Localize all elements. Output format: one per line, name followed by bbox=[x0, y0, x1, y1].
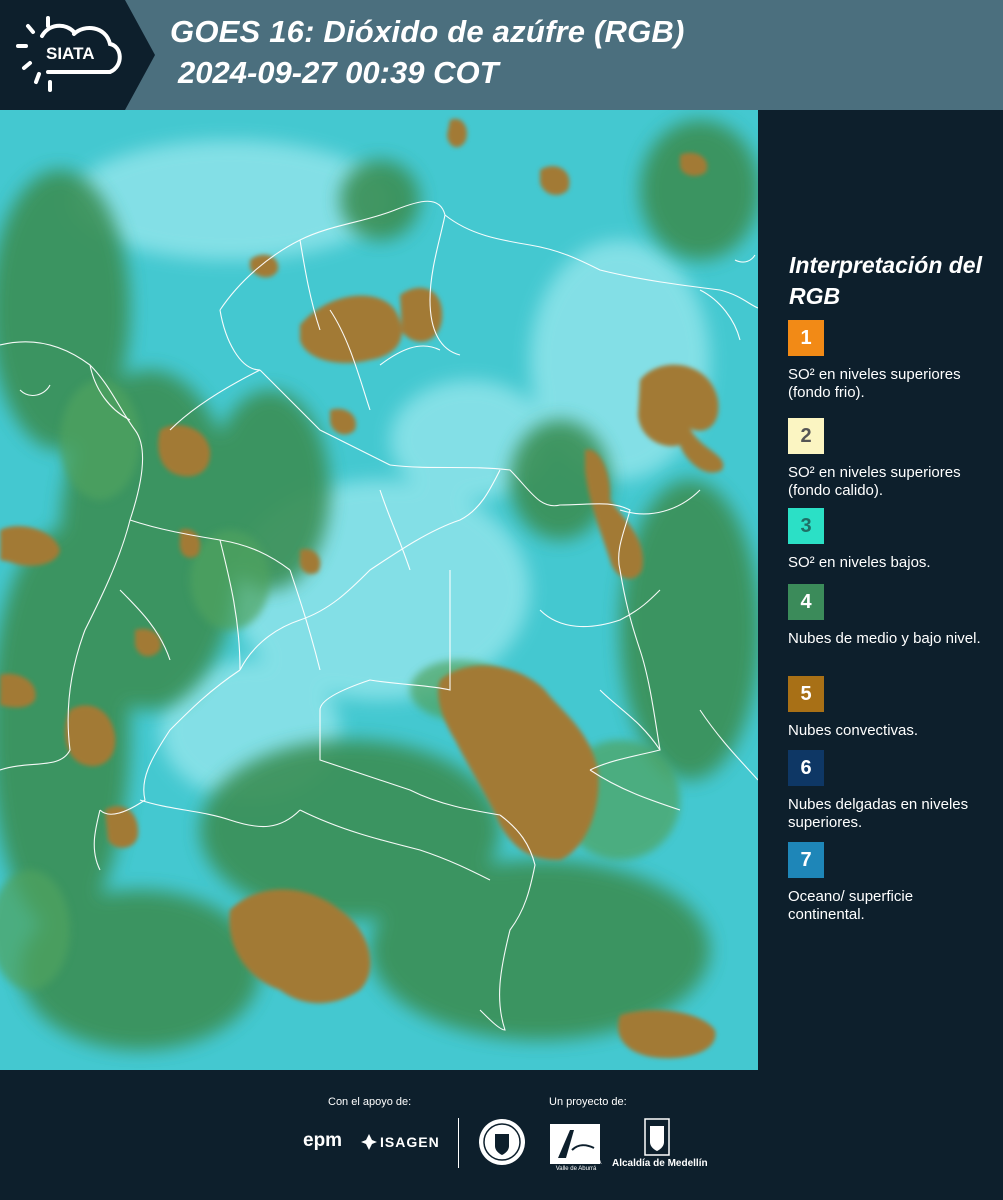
legend-panel: Interpretación del RGB 1 SO² en niveles … bbox=[758, 110, 1003, 1070]
legend-item-3: 3 SO² en niveles bajos. bbox=[788, 508, 993, 572]
footer: Con el apoyo de: Un proyecto de: epm ISA… bbox=[0, 1070, 1003, 1200]
legend-item-1: 1 SO² en niveles superiores (fondo frio)… bbox=[788, 320, 993, 402]
legend-swatch-3: 3 bbox=[788, 508, 824, 544]
university-seal-icon bbox=[479, 1119, 525, 1165]
page-title: GOES 16: Dióxido de azúfre (RGB) bbox=[170, 14, 685, 49]
legend-desc-4: Nubes de medio y bajo nivel. bbox=[788, 630, 981, 647]
area-metropolitana-text: METROPOLITANA Valle de Aburrá bbox=[550, 1160, 602, 1172]
legend-item-2: 2 SO² en niveles superiores (fondo calid… bbox=[788, 418, 993, 500]
legend-swatch-7: 7 bbox=[788, 842, 824, 878]
legend-item-4: 4 Nubes de medio y bajo nivel. bbox=[788, 584, 993, 648]
legend-desc-3: SO² en niveles bajos. bbox=[788, 554, 931, 571]
legend-desc-2: SO² en niveles superiores (fondo calido)… bbox=[788, 464, 961, 499]
timestamp: 2024-09-27 00:39 COT bbox=[178, 55, 499, 90]
legend-desc-1: SO² en niveles superiores (fondo frio). bbox=[788, 366, 961, 401]
alcaldia-text: Alcaldía de Medellín bbox=[612, 1158, 708, 1169]
legend-swatch-6: 6 bbox=[788, 750, 824, 786]
legend-title: Interpretación del RGB bbox=[789, 252, 982, 309]
isagen-icon bbox=[361, 1134, 377, 1150]
siata-logo-text: SIATA bbox=[46, 44, 95, 63]
legend-swatch-5: 5 bbox=[788, 676, 824, 712]
legend-item-7: 7 Oceano/ superficie continental. bbox=[788, 842, 993, 924]
legend-item-6: 6 Nubes delgadas en niveles superiores. bbox=[788, 750, 993, 832]
legend-item-5: 5 Nubes convectivas. bbox=[788, 676, 993, 740]
project-label: Un proyecto de: bbox=[549, 1096, 627, 1108]
footer-divider bbox=[458, 1118, 459, 1168]
legend-swatch-4: 4 bbox=[788, 584, 824, 620]
legend-swatch-1: 1 bbox=[788, 320, 824, 356]
header-bar: SIATA GOES 16: Dióxido de azúfre (RGB) 2… bbox=[0, 0, 1003, 110]
isagen-logo: ISAGEN bbox=[380, 1134, 440, 1150]
epm-logo: epm bbox=[303, 1130, 343, 1151]
legend-desc-5: Nubes convectivas. bbox=[788, 722, 919, 739]
siata-logo: SIATA bbox=[0, 0, 155, 110]
satellite-map bbox=[0, 110, 758, 1070]
legend-swatch-2: 2 bbox=[788, 418, 824, 454]
legend-desc-6: Nubes delgadas en niveles superiores. bbox=[788, 796, 969, 831]
rgb-satellite-image bbox=[0, 110, 758, 1070]
alcaldia-seal-icon bbox=[644, 1118, 670, 1156]
legend-desc-7: Oceano/ superficie continental. bbox=[788, 888, 914, 923]
support-label: Con el apoyo de: bbox=[328, 1096, 412, 1108]
